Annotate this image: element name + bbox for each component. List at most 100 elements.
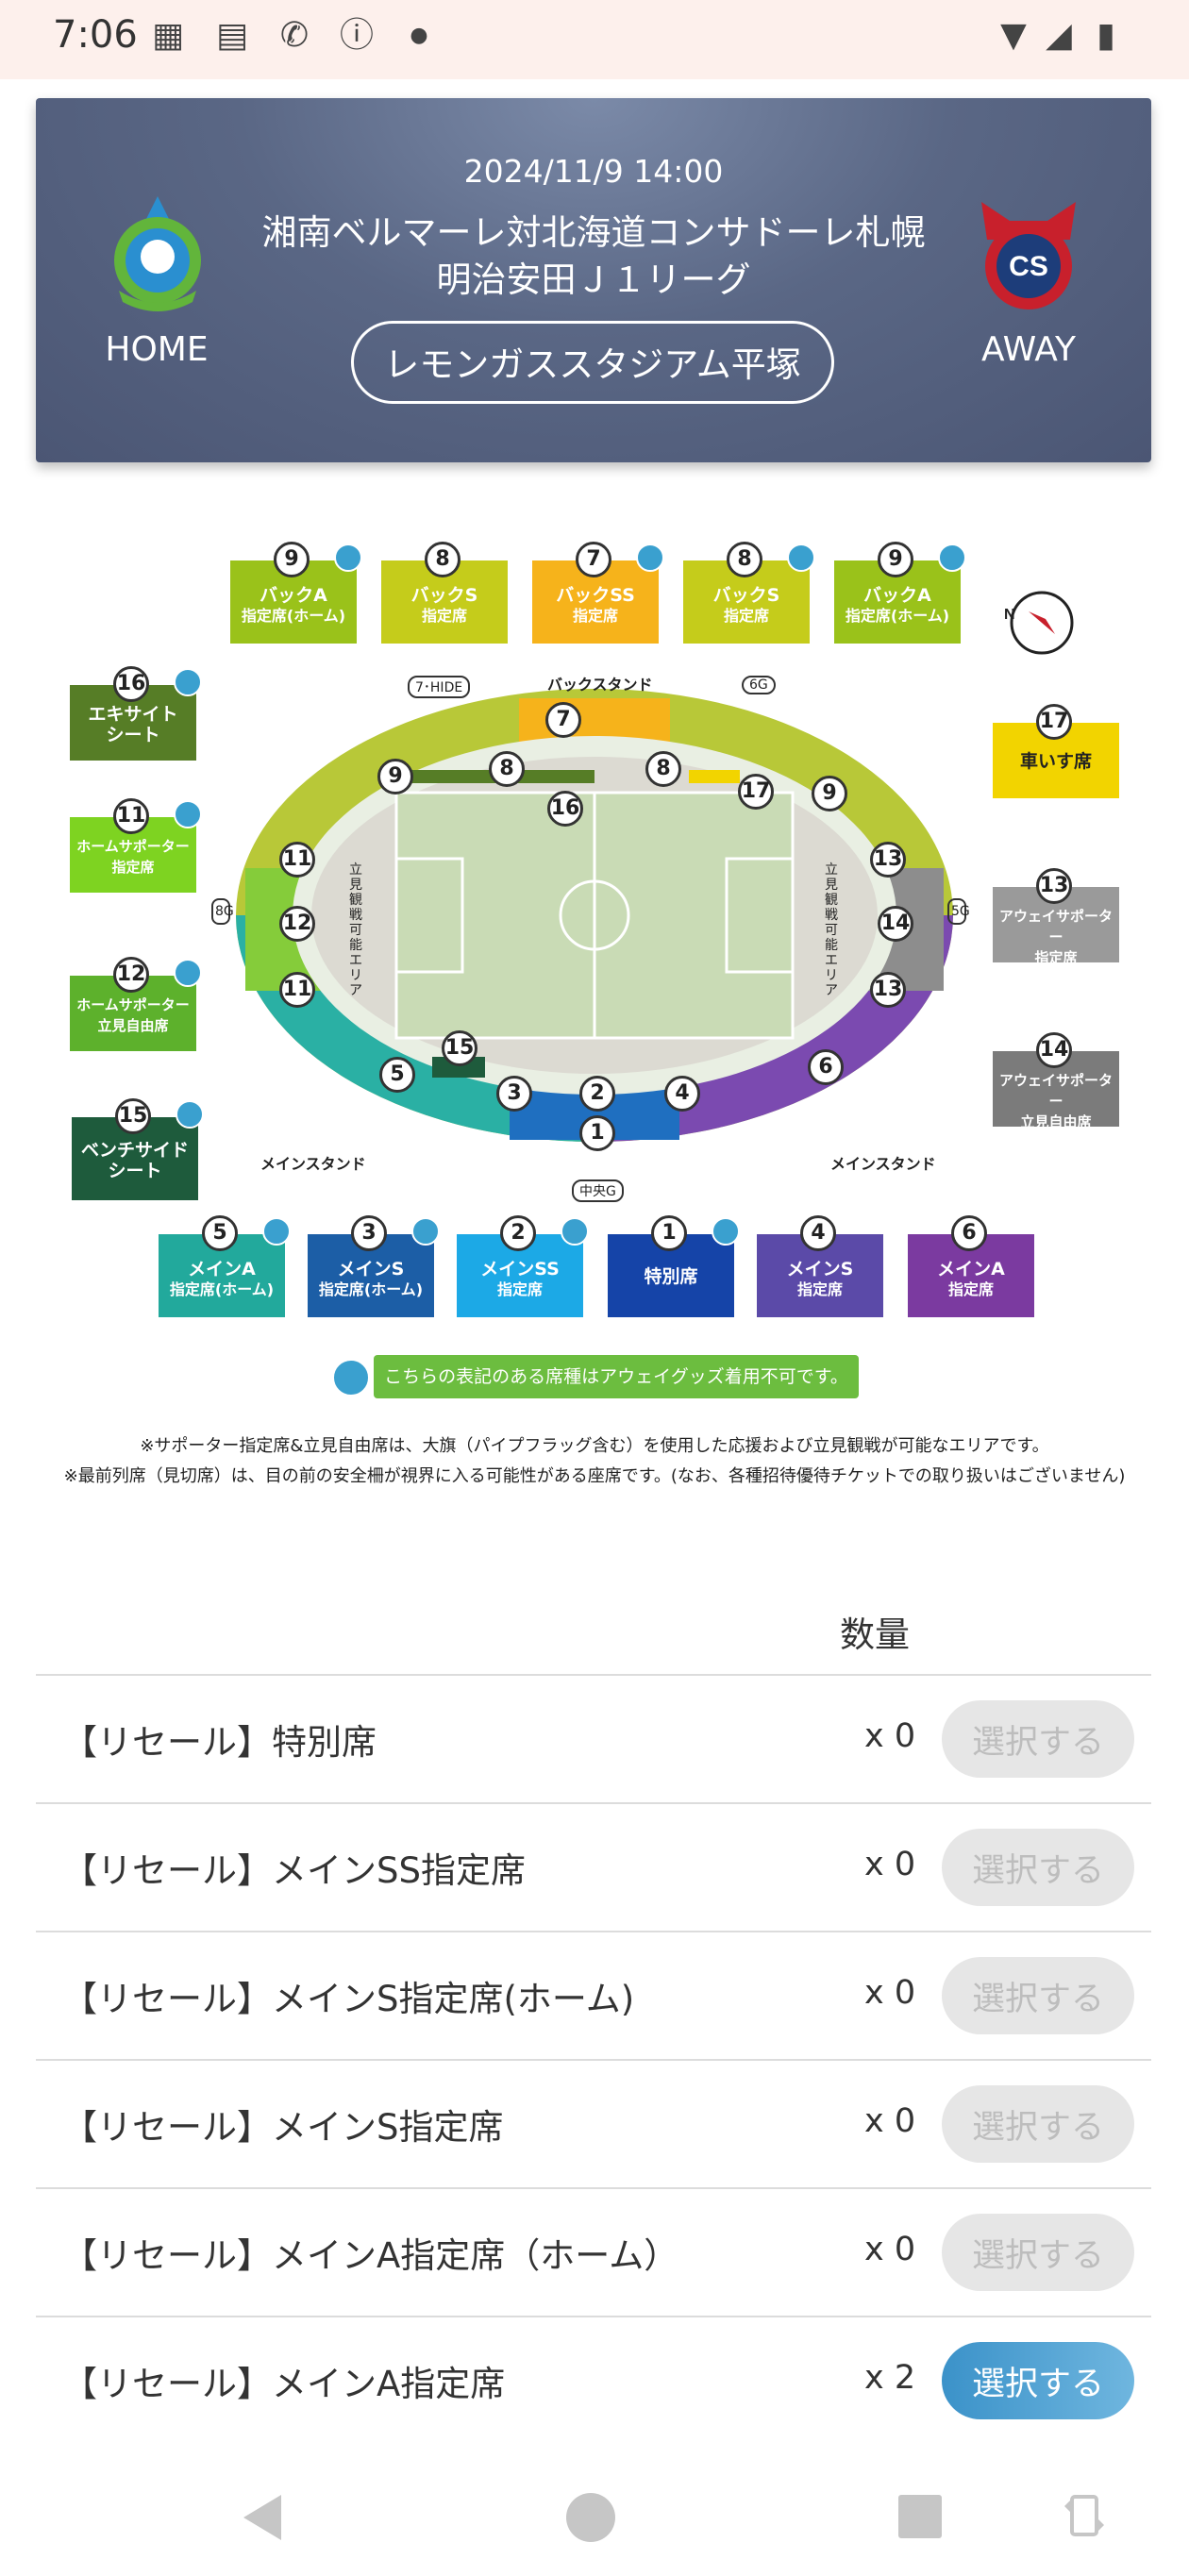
back-icon[interactable]: [238, 2491, 285, 2544]
quantity-header: 数量: [840, 1614, 910, 1655]
tile-wheelchair-seat[interactable]: 車いす席 17: [993, 704, 1119, 798]
ticket-qty: x 0: [864, 2102, 916, 2140]
tile-back-s-2[interactable]: バックS 指定席 8: [683, 542, 815, 644]
tile-line1: ホームサポーター: [76, 996, 190, 1013]
tile-main-s[interactable]: メインS 指定席 4: [757, 1215, 883, 1317]
gate-8g-label: 8G: [211, 898, 234, 925]
match-title-line2: 明治安田Ｊ１リーグ: [436, 259, 751, 300]
section-badge-14: 14: [878, 906, 913, 942]
standing-area-right-label: 立見観戦可能エリア: [825, 862, 838, 998]
tile-line2: 指定席: [572, 607, 618, 625]
ticket-row: 【リセール】メインA指定席 x 2 選択する: [36, 2316, 1151, 2444]
ticket-label: 【リセール】メインS指定席: [62, 2107, 504, 2148]
home-sticker-icon: [174, 800, 202, 828]
front-row-note: ※最前列席（見切席）は、目の前の安全柵が視界に入る可能性がある座席です。(なお、…: [63, 1466, 1126, 1486]
tile-number: 16: [113, 666, 149, 702]
select-button[interactable]: 選択する: [942, 2342, 1134, 2419]
tile-line1: ホームサポーター: [76, 838, 190, 855]
tile-main-s-home[interactable]: メインS 指定席(ホーム) 3: [308, 1215, 440, 1317]
home-sticker-icon: [332, 1359, 370, 1397]
select-button[interactable]: 選択する: [942, 1700, 1134, 1778]
battery-icon: ▮: [1097, 16, 1115, 55]
tile-line1: メインS: [337, 1259, 405, 1280]
top-tiles: バックA 指定席(ホーム) 9 バックS 指定席 8 バックSS 指定席 7 バ…: [230, 542, 1004, 653]
tile-line1: 特別席: [644, 1266, 698, 1287]
tile-back-ss[interactable]: バックSS 指定席 7: [532, 542, 664, 644]
tile-back-s-1[interactable]: バックS 指定席 8: [381, 542, 508, 644]
tile-line2: 指定席(ホーム): [169, 1280, 275, 1298]
section-badge-8b: 8: [645, 751, 681, 787]
section-badge-12: 12: [279, 906, 315, 942]
tile-line1: エキサイト: [88, 704, 178, 725]
tile-main-ss[interactable]: メインSS 指定席 2: [457, 1215, 589, 1317]
tile-home-supporter-standing[interactable]: ホームサポーター 立見自由席 12: [70, 957, 202, 1051]
rotate-icon[interactable]: [1061, 2487, 1108, 2544]
tile-number: 5: [202, 1215, 238, 1251]
tile-number: 13: [1036, 868, 1072, 904]
tile-bench-side-seat[interactable]: ベンチサイド シート 15: [72, 1098, 204, 1200]
tile-away-supporter-standing[interactable]: アウェイサポーター 立見自由席 14: [993, 1032, 1119, 1130]
tile-back-a-home-1[interactable]: バックA 指定席(ホーム) 9: [230, 542, 362, 644]
tile-back-a-home-2[interactable]: バックA 指定席(ホーム) 9: [834, 542, 966, 644]
tile-excite-seat[interactable]: エキサイト シート 16: [70, 666, 202, 761]
ticket-label: 【リセール】特別席: [62, 1722, 377, 1763]
select-button[interactable]: 選択する: [942, 2085, 1134, 2163]
tile-number: 6: [951, 1215, 987, 1251]
ticket-qty: x 0: [864, 1846, 916, 1883]
tile-main-a[interactable]: メインA 指定席 6: [908, 1215, 1034, 1317]
tile-number: 17: [1036, 704, 1072, 740]
select-button[interactable]: 選択する: [942, 1957, 1134, 2034]
tile-line1: バックS: [410, 585, 478, 606]
section-badge-16: 16: [547, 791, 583, 827]
select-button[interactable]: 選択する: [942, 2214, 1134, 2291]
section-badge-6: 6: [808, 1049, 844, 1085]
ticket-row: 【リセール】メインA指定席（ホーム） x 0 選択する: [36, 2187, 1151, 2316]
section-badge-17: 17: [738, 774, 774, 810]
tile-line2: シート: [106, 725, 160, 745]
main-stand-right-label: メインスタンド: [830, 1155, 936, 1173]
tile-line2: 指定席: [796, 1280, 843, 1298]
tile-line1: メインA: [937, 1259, 1005, 1280]
home-sticker-icon: [411, 1217, 440, 1246]
tile-number: 8: [425, 542, 461, 577]
tile-line2: シート: [108, 1161, 162, 1181]
select-button[interactable]: 選択する: [942, 1829, 1134, 1906]
info-icon: ⓘ: [339, 16, 374, 55]
home-icon[interactable]: [564, 2491, 617, 2544]
section-badge-7: 7: [545, 702, 581, 738]
section-badge-3: 3: [496, 1076, 532, 1112]
ticket-qty: x 2: [864, 2359, 916, 2397]
signal-icon: ◢: [1046, 16, 1072, 55]
tile-away-supporter-reserved[interactable]: アウェイサポーター 指定席 13: [993, 868, 1119, 966]
tile-line2: 指定席: [496, 1280, 543, 1298]
navigation-bar: [0, 2453, 1189, 2576]
tile-main-a-home[interactable]: メインA 指定席(ホーム) 5: [159, 1215, 291, 1317]
tile-home-supporter-reserved[interactable]: ホームサポーター 指定席 11: [70, 798, 202, 893]
tile-line2: 指定席: [947, 1280, 994, 1298]
tile-line1: バックS: [712, 585, 780, 606]
tile-line1: バックA: [863, 585, 931, 606]
ticket-label: 【リセール】メインA指定席（ホーム）: [62, 2235, 679, 2276]
tile-number: 11: [113, 798, 149, 834]
section-badge-1: 1: [579, 1115, 615, 1151]
ticket-row: 【リセール】メインSS指定席 x 0 選択する: [36, 1802, 1151, 1931]
section-badge-4: 4: [664, 1076, 700, 1112]
tile-number: 7: [576, 542, 611, 577]
home-sticker-icon: [787, 544, 815, 572]
tile-line1: メインS: [786, 1259, 854, 1280]
tile-line2: 指定席: [1034, 949, 1078, 966]
ticket-row: 【リセール】メインS指定席(ホーム) x 0 選択する: [36, 1931, 1151, 2059]
home-team-logo: [114, 196, 201, 311]
svg-text:CS: CS: [1009, 251, 1048, 282]
tile-number: 2: [500, 1215, 536, 1251]
section-badge-13a: 13: [870, 842, 906, 878]
away-goods-notice: こちらの表記のある席種はアウェイグッズ着用不可です。: [374, 1355, 859, 1398]
tile-number: 1: [651, 1215, 687, 1251]
match-date: 2024/11/9 14:00: [463, 153, 724, 190]
section-badge-9a: 9: [377, 759, 413, 795]
match-title: 湘南ベルマーレ対北海道コンサドーレ札幌 明治安田Ｊ１リーグ: [206, 209, 981, 304]
tile-line1: アウェイサポーター: [998, 1072, 1113, 1110]
tile-number: 8: [727, 542, 762, 577]
tile-special-seat[interactable]: 特別席 1: [608, 1215, 740, 1317]
recents-icon[interactable]: [896, 2493, 944, 2540]
